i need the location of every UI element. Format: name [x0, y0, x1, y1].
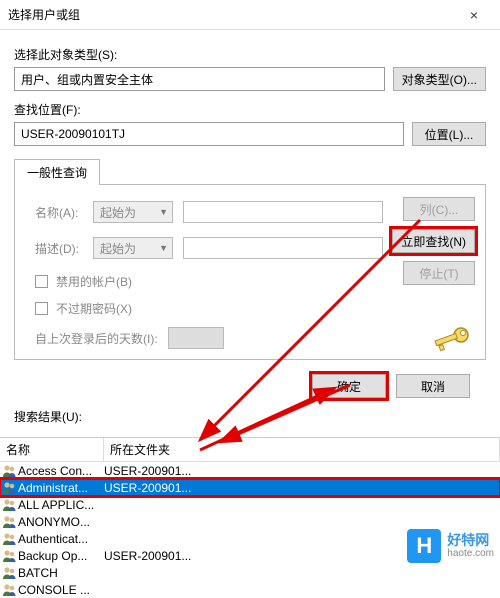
- name-label: 名称(A):: [35, 204, 93, 221]
- results-table: 名称 所在文件夹 Access Con...USER-200901...Admi…: [0, 437, 500, 598]
- results-label: 搜索结果(U):: [14, 408, 486, 425]
- row-name: Administrat...: [18, 481, 104, 495]
- location-label: 查找位置(F):: [14, 101, 486, 118]
- tab-common-queries[interactable]: 一般性查询: [14, 159, 100, 185]
- row-folder: USER-200901...: [104, 481, 500, 495]
- table-row[interactable]: ANONYMO...: [0, 513, 500, 530]
- locations-button[interactable]: 位置(L)...: [412, 122, 486, 146]
- chevron-down-icon: ▼: [159, 243, 168, 253]
- principal-icon: [2, 515, 17, 529]
- principal-icon: [2, 566, 17, 580]
- col-name-header[interactable]: 名称: [0, 438, 104, 461]
- chevron-down-icon: ▼: [159, 207, 168, 217]
- days-since-logon-select[interactable]: [168, 327, 224, 349]
- key-icon: [431, 323, 473, 355]
- watermark-text: 好特网: [447, 533, 494, 548]
- object-type-label: 选择此对象类型(S):: [14, 46, 486, 63]
- location-value: USER-20090101TJ: [21, 127, 125, 141]
- row-name: CONSOLE ...: [18, 583, 104, 597]
- columns-button[interactable]: 列(C)...: [403, 197, 475, 221]
- results-header: 名称 所在文件夹: [0, 438, 500, 462]
- principal-icon: [2, 481, 17, 495]
- disabled-accounts-checkbox[interactable]: [35, 275, 48, 288]
- desc-input[interactable]: [183, 237, 383, 259]
- stop-button[interactable]: 停止(T): [403, 261, 475, 285]
- nonexpiring-password-checkbox[interactable]: [35, 302, 48, 315]
- principal-icon: [2, 583, 17, 597]
- row-folder: USER-200901...: [104, 464, 500, 478]
- name-match-value: 起始为: [100, 204, 136, 221]
- row-name: ALL APPLIC...: [18, 498, 104, 512]
- object-type-field: 用户、组或内置安全主体: [14, 67, 385, 91]
- principal-icon: [2, 549, 17, 563]
- row-name: ANONYMO...: [18, 515, 104, 529]
- row-name: Access Con...: [18, 464, 104, 478]
- principal-icon: [2, 498, 17, 512]
- desc-match-select[interactable]: 起始为 ▼: [93, 237, 173, 259]
- principal-icon: [2, 532, 17, 546]
- tab-body: 名称(A): 起始为 ▼ 描述(D): 起始为 ▼ 禁用的帐户(B): [14, 184, 486, 360]
- close-icon[interactable]: ×: [456, 1, 492, 29]
- window-title: 选择用户或组: [8, 6, 456, 23]
- watermark-url: haote.com: [447, 548, 494, 559]
- col-folder-header[interactable]: 所在文件夹: [104, 438, 500, 461]
- cancel-button[interactable]: 取消: [396, 374, 470, 398]
- name-match-select[interactable]: 起始为 ▼: [93, 201, 173, 223]
- disabled-accounts-label: 禁用的帐户(B): [56, 273, 132, 290]
- principal-icon: [2, 464, 17, 478]
- row-name: BATCH: [18, 566, 104, 580]
- object-type-value: 用户、组或内置安全主体: [21, 71, 153, 88]
- desc-match-value: 起始为: [100, 240, 136, 257]
- name-input[interactable]: [183, 201, 383, 223]
- table-row[interactable]: BATCH: [0, 564, 500, 581]
- nonexpiring-password-label: 不过期密码(X): [56, 300, 132, 317]
- days-since-logon-label: 自上次登录后的天数(I):: [35, 330, 158, 347]
- table-row[interactable]: CONSOLE ...: [0, 581, 500, 598]
- ok-button[interactable]: 确定: [312, 374, 386, 398]
- find-now-button[interactable]: 立即查找(N): [392, 229, 475, 253]
- row-name: Backup Op...: [18, 549, 104, 563]
- table-row[interactable]: ALL APPLIC...: [0, 496, 500, 513]
- location-field: USER-20090101TJ: [14, 122, 404, 146]
- watermark: H 好特网 haote.com: [407, 529, 494, 563]
- table-row[interactable]: Administrat...USER-200901...: [0, 479, 500, 496]
- watermark-logo: H: [407, 529, 441, 563]
- table-row[interactable]: Access Con...USER-200901...: [0, 462, 500, 479]
- object-types-button[interactable]: 对象类型(O)...: [393, 67, 486, 91]
- row-name: Authenticat...: [18, 532, 104, 546]
- desc-label: 描述(D):: [35, 240, 93, 257]
